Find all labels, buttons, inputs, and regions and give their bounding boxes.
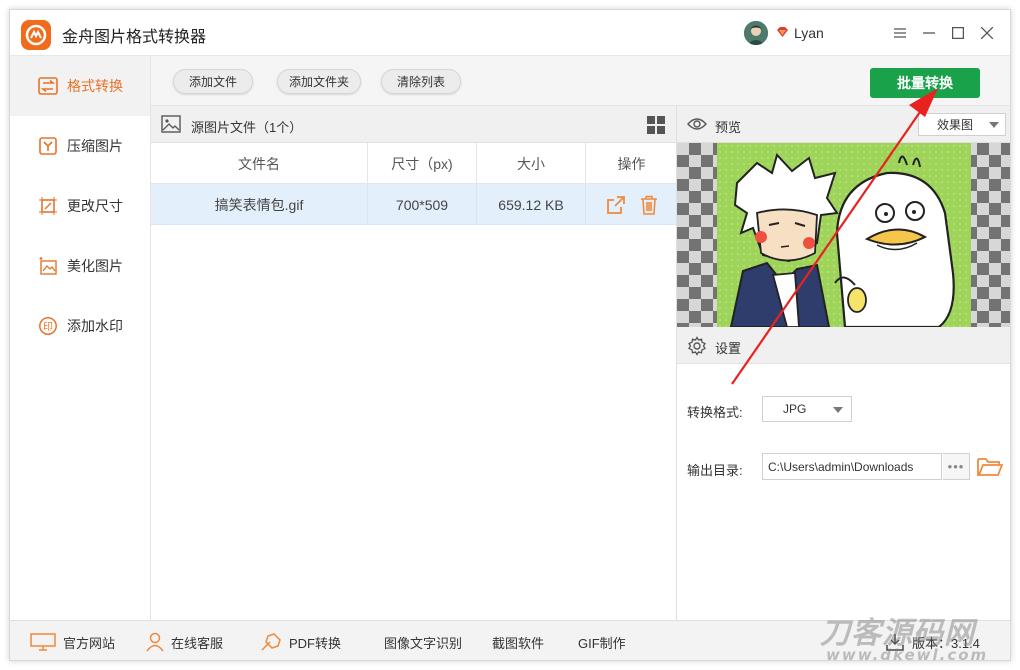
resize-icon [38,196,58,216]
table-row[interactable]: 搞笑表情包.gif 700*509 659.12 KB [151,184,676,225]
column-header-dimensions[interactable]: 尺寸（px) [368,143,477,184]
app-title: 金舟图片格式转换器 [62,29,207,46]
sidebar-item-watermark[interactable]: 印 添加水印 [10,296,150,356]
screenshot-software-link[interactable]: 截图软件 [492,621,544,660]
delete-icon[interactable] [640,195,658,215]
output-dir-input[interactable] [762,453,942,480]
output-dir-label: 输出目录: [687,463,743,478]
compress-icon [38,136,58,156]
format-label: 转换格式: [687,405,743,420]
title-bar: 金舟图片格式转换器 Lyan [10,10,1010,56]
pdf-convert-label: PDF转换 [289,635,342,651]
table-header: 文件名 尺寸（px) 大小 操作 [151,143,676,184]
sidebar-item-label: 更改尺寸 [67,198,123,214]
online-support-label: 在线客服 [171,635,224,651]
version-info: 版本：3.1.4 [886,621,980,660]
sidebar-item-compress[interactable]: 压缩图片 [10,116,150,176]
app-window: 金舟图片格式转换器 Lyan 格式转换 压缩图片 更改尺寸 美化图片 印 添加水… [9,9,1011,661]
chevron-down-icon [833,407,843,413]
column-header-filename[interactable]: 文件名 [151,143,368,184]
add-folder-button[interactable]: 添加文件夹 [277,69,361,94]
sidebar-item-label: 格式转换 [67,78,123,94]
eye-icon [687,118,707,130]
format-value: JPG [783,402,807,416]
user-avatar[interactable] [744,21,768,45]
format-select[interactable]: JPG [762,396,852,422]
clear-list-button[interactable]: 清除列表 [381,69,461,94]
chevron-down-icon [989,122,999,128]
toolbar: 添加文件 添加文件夹 清除列表 批量转换 [151,56,1010,106]
version-label: 版本：3.1.4 [912,635,980,651]
download-icon[interactable] [886,633,904,651]
preview-mode-value: 效果图 [937,118,974,132]
sidebar: 格式转换 压缩图片 更改尺寸 美化图片 印 添加水印 [10,56,151,620]
file-actions-cell [586,184,677,225]
file-size-cell: 659.12 KB [477,184,586,225]
folder-open-icon[interactable] [977,455,1003,477]
maximize-icon[interactable] [948,23,968,43]
status-bar: 官方网站 在线客服 PDF转换 图像文字识别 截图软件 GIF制作 版本：3.1… [10,620,1010,660]
file-dimensions-cell: 700*509 [368,184,477,225]
preview-header: 预览 效果图 [677,106,1010,143]
sidebar-item-label: 添加水印 [67,318,123,334]
pdf-convert-link[interactable]: PDF转换 [260,621,342,660]
close-icon[interactable] [977,23,997,43]
svg-text:印: 印 [43,321,53,333]
sidebar-item-beautify[interactable]: 美化图片 [10,236,150,296]
ocr-link[interactable]: 图像文字识别 [384,621,462,660]
monitor-icon [30,633,56,651]
gif-maker-link[interactable]: GIF制作 [578,621,626,660]
pdf-tool-icon [260,632,282,652]
preview-image [677,143,1010,327]
column-header-actions: 操作 [617,155,646,172]
column-header-size[interactable]: 大小 [477,143,586,184]
gear-icon [688,336,706,356]
preview-mode-select[interactable]: 效果图 [918,113,1006,136]
settings-label: 设置 [715,341,742,356]
sidebar-item-label: 美化图片 [67,258,123,274]
online-support-link[interactable]: 在线客服 [146,621,224,660]
open-file-icon[interactable] [606,195,626,215]
preview-picture [717,143,971,327]
sidebar-item-label: 压缩图片 [67,138,123,154]
file-list-header: 源图片文件（1个） [151,106,676,143]
sidebar-item-format-convert[interactable]: 格式转换 [10,56,150,116]
user-name[interactable]: Lyan [794,25,824,41]
image-icon [161,115,181,133]
support-icon [146,632,164,652]
official-website-label: 官方网站 [63,635,116,651]
add-file-button[interactable]: 添加文件 [173,69,253,94]
preview-panel: 预览 效果图 设置 转换格式: JPG 输出目录: C:\Users\admin… [677,106,1010,620]
sidebar-item-resize[interactable]: 更改尺寸 [10,176,150,236]
batch-convert-button[interactable]: 批量转换 [870,68,980,98]
file-list-panel: 源图片文件（1个） 文件名 尺寸（px) 大小 操作 搞笑表情包.gif 700… [151,106,677,620]
browse-more-button[interactable]: ••• [943,453,970,480]
watermark-icon: 印 [38,316,58,336]
minimize-icon[interactable] [919,23,939,43]
beautify-icon [38,256,58,276]
vip-diamond-icon [777,27,788,37]
preview-label: 预览 [715,120,742,135]
official-website-link[interactable]: 官方网站 [30,621,116,660]
settings-header: 设置 [677,327,1010,364]
grid-view-icon[interactable] [647,116,665,134]
format-convert-icon [38,76,58,96]
file-name-cell: 搞笑表情包.gif [151,184,368,225]
file-list-title: 源图片文件（1个） [191,120,303,135]
app-logo-icon [21,20,51,50]
menu-icon[interactable] [890,23,910,43]
